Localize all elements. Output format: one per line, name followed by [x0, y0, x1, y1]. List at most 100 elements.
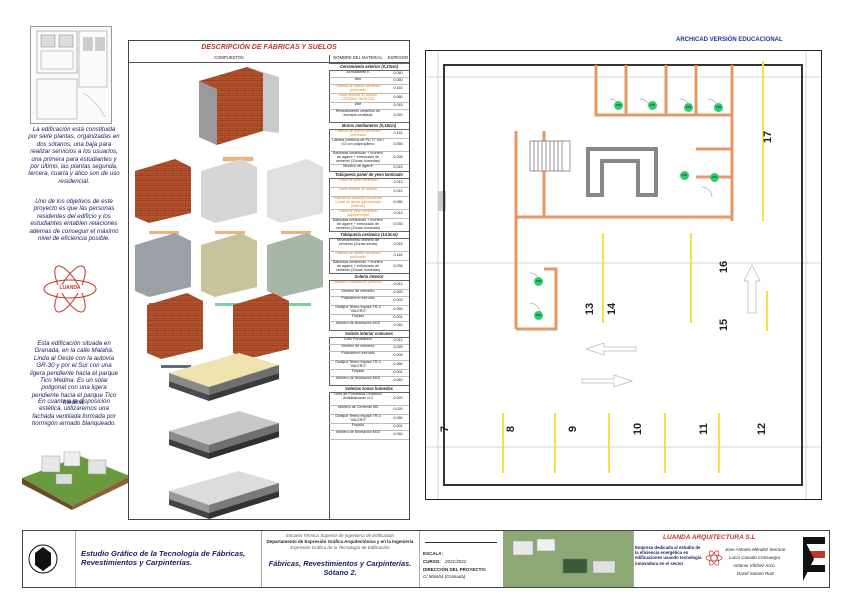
material-name: Fábrica de ladrillo cerámico perforado [335, 84, 381, 93]
company-logo-icon [705, 549, 723, 567]
material-name: Mortero de Nivelación M10 [335, 376, 381, 380]
thickness-value: 0,015 [393, 242, 403, 246]
school-line-3: Expresión Gráfica de la Tecnología de Ed… [290, 545, 390, 550]
thickness-value: 0,040 [393, 323, 403, 327]
objective-paragraph: Uno de los objetivos de este proyecto es… [29, 198, 119, 243]
material-name: Estructura metálica Montante Canal de ac… [334, 196, 382, 209]
material-name: Poliestireno extruido [341, 296, 375, 300]
company-cell: LUANDA ARQUITECTURA S.L Empresa dedicada… [633, 531, 829, 587]
material-name: Lámina continua de PU 17 cm / 0,5 cm pol… [332, 138, 384, 147]
aesthetic-paragraph: En cuanto a la disposición estética, uti… [31, 398, 117, 428]
curso-label: CURSO: [423, 559, 441, 564]
table-row: Lámina continua de PU 17 cm / 0,5 cm pol… [329, 138, 409, 152]
intro-paragraph: La edificación está constituida por siet… [28, 126, 120, 185]
material-name: Placa de yeso laminado antihumedad [338, 209, 378, 218]
material-name: Baldosas cerámicas + mortero de agarre +… [333, 260, 383, 273]
direccion-value: C/ Malahá (Granada) [423, 574, 466, 579]
material-name: Acrodilarme E [346, 70, 370, 74]
school-cell: Escuela Técnica Superior de Ingeniería d… [261, 531, 420, 587]
door-tag: P05 [614, 101, 623, 110]
material-name: Poliestireno extruido [341, 351, 375, 355]
door-tag: P05 [710, 173, 719, 182]
thickness-value: 0,050 [393, 362, 403, 366]
door-tag: P05 [680, 171, 689, 180]
material-name: Aire [354, 77, 362, 81]
main-title: Estudio Gráfico de la Tecnología de Fábr… [81, 549, 246, 567]
university-crest [23, 531, 76, 587]
parking-number: 16 [718, 260, 731, 274]
composite-illustrations [135, 67, 323, 519]
parking-number: 8 [505, 425, 518, 433]
thickness-value: 0,040 [393, 378, 403, 382]
thickness-value: 0,020 [393, 113, 403, 117]
material-name: Revestimiento cerámico de fachada ventil… [335, 109, 381, 118]
material-name: Mortero de Nivelación M10 [335, 430, 381, 434]
material-name: Fábrica de ladrillo cerámico perforado [335, 251, 381, 260]
site-render-image [22, 432, 130, 510]
thickness-value: 0,012 [393, 211, 403, 215]
thickness-value: 0,003 [393, 353, 403, 357]
thickness-value: 0,050 [393, 200, 403, 204]
project-info-cell: ESCALA: CURSO: 2021/2022 DIRECCIÓN DEL P… [419, 531, 504, 587]
logo-text: LUANDA [59, 285, 81, 291]
parking-number: 12 [756, 422, 769, 436]
team-member: Antonio Vílchez Arco [733, 563, 775, 568]
table-row: Estructura metálica Montante Canal de ac… [329, 196, 409, 210]
table-row: Baldosas cerámicas + mortero de agarre +… [329, 151, 409, 165]
luanda-logo: LUANDA [42, 262, 98, 316]
flag-decoration [803, 537, 825, 581]
parking-number: 13 [584, 302, 597, 316]
thickness-value: 0,115 [393, 131, 403, 135]
parking-number: 11 [697, 423, 710, 435]
render-thumbnail [503, 531, 634, 587]
material-name: Forjado [351, 314, 365, 318]
materials-table: DESCRIPCIÓN DE FÁBRICAS Y SUELOS COMPUES… [128, 40, 410, 520]
thickness-value: 0,001 [393, 370, 403, 374]
thickness-value: 0,115 [393, 253, 403, 257]
door-tag: P05 [714, 103, 723, 112]
material-name: Gres Porcelánico [343, 337, 373, 341]
material-name: Placa de yeso laminado [338, 178, 378, 182]
parking-number: 10 [632, 422, 645, 436]
table-row: Baldosas cerámicas + mortero de agarre +… [329, 260, 409, 274]
school-line-1: Escuela Técnica Superior de Ingeniería d… [285, 533, 395, 538]
material-name: Mortero de cemento [341, 344, 375, 348]
material-name: Forjado [351, 369, 365, 373]
brand-strip [425, 535, 497, 543]
door-tag: P05 [648, 101, 657, 110]
door-tag: P05 [534, 277, 543, 286]
table-row: Revestimiento cerámico de fachada ventil… [329, 109, 409, 123]
material-name: Mortero de cemento [341, 289, 375, 293]
col-composite-header: COMPUESTOS [129, 55, 329, 63]
thickness-value: 0,025 [393, 345, 403, 349]
table-title: DESCRIPCIÓN DE FÁBRICAS Y SUELOS [201, 44, 337, 51]
material-name: Mortero de agarre [343, 164, 373, 168]
table-row: Revestimiento Mortero de cemento (Zonas … [329, 238, 409, 252]
thickness-value: 0,015 [393, 103, 403, 107]
sheet-title: Fábricas, Revestimientos y Carpinterías.… [268, 559, 412, 577]
thickness-value: 0,060 [393, 95, 403, 99]
material-name: Revestimiento Mortero de cemento (Zonas … [336, 238, 380, 247]
team-member: Jose Antonio Méndez Serrano [725, 547, 786, 552]
thickness-value: 0,013 [393, 180, 403, 184]
material-name: Lana mineral 57 kAw30 CROMAS INERTES [338, 93, 378, 102]
main-title-cell: Estudio Gráfico de la Tecnología de Fábr… [75, 531, 262, 587]
thickness-value: 0,020 [393, 396, 403, 400]
thickness-value: 0,020 [393, 407, 403, 411]
floor-plan: 7 8 9 10 11 12 13 14 15 16 17 P05 P05 P0… [425, 50, 822, 500]
title-block: Estudio Gráfico de la Tecnología de Fábr… [22, 530, 830, 588]
table-row: Baldosas cerámicas + mortero de agarre +… [329, 218, 409, 232]
col-thickness-header: ESPESOR [387, 55, 409, 63]
material-name: Forjado [351, 423, 365, 427]
thickness-value: 0,020 [393, 290, 403, 294]
door-tag: P05 [684, 103, 693, 112]
parking-number: 14 [606, 302, 619, 316]
parking-number: 9 [567, 425, 580, 433]
material-name: Aire [354, 102, 362, 106]
material-name: Mortero de Nivelación M10 [335, 321, 381, 325]
curso-value: 2021/2022 [445, 559, 467, 564]
thickness-value: 0,035 [393, 264, 403, 268]
parking-number: 17 [762, 130, 775, 144]
thickness-value: 0,050 [393, 142, 403, 146]
thickness-value: 0,040 [393, 432, 403, 436]
